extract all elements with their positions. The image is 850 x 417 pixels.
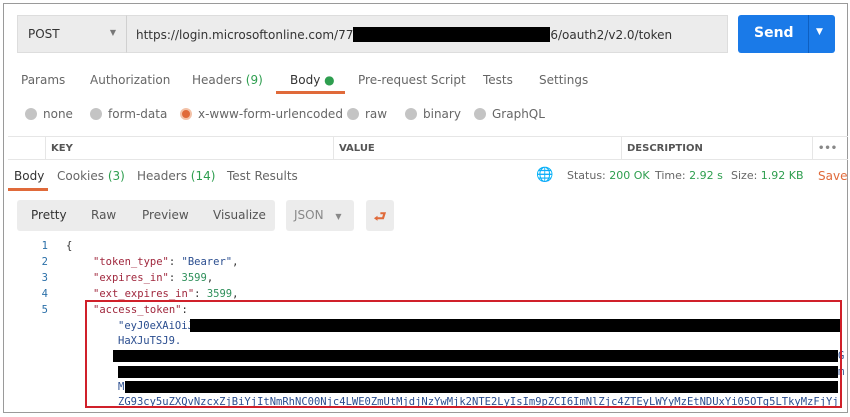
radio-graphql[interactable]: GraphQL xyxy=(474,107,545,121)
radio-icon xyxy=(474,108,486,120)
radio-label: form-data xyxy=(108,107,168,121)
tab-pre-request-script[interactable]: Pre-request Script xyxy=(358,73,466,87)
tab-body[interactable]: Body ● xyxy=(290,73,335,87)
tab-count: (3) xyxy=(107,169,125,183)
tab-label: Body xyxy=(290,73,321,87)
send-options-chevron-icon[interactable]: ▼ xyxy=(816,27,823,37)
url-input[interactable]: https://login.microsoftonline.com/77 6/oa… xyxy=(127,15,728,53)
send-button[interactable]: Send ▼ xyxy=(738,15,835,53)
redaction-bar xyxy=(353,27,551,42)
more-options-icon[interactable]: ••• xyxy=(812,137,842,160)
radio-label: GraphQL xyxy=(492,107,545,121)
radio-label: x-www-form-urlencoded xyxy=(198,107,343,121)
radio-binary[interactable]: binary xyxy=(405,107,461,121)
radio-selected-icon xyxy=(180,108,192,120)
chevron-down-icon: ▼ xyxy=(335,212,342,221)
send-label: Send xyxy=(754,25,794,41)
response-tab-cookies[interactable]: Cookies (3) xyxy=(57,169,125,183)
time-label: Time: xyxy=(655,169,686,182)
radio-x-www-form-urlencoded[interactable]: x-www-form-urlencoded xyxy=(180,107,343,121)
access-token-highlight xyxy=(85,300,842,408)
line-number: 3 xyxy=(41,272,48,284)
chevron-down-icon: ▼ xyxy=(109,28,116,37)
line-number: 5 xyxy=(41,304,48,316)
line-number: 2 xyxy=(41,256,48,268)
response-time: Time: 2.92 s xyxy=(655,169,723,182)
value-column-header: VALUE xyxy=(333,137,380,160)
active-dot-icon: ● xyxy=(324,73,335,87)
tab-tests[interactable]: Tests xyxy=(483,73,513,87)
tab-label: Headers xyxy=(137,169,187,183)
tab-headers[interactable]: Headers (9) xyxy=(192,73,263,87)
response-status: Status: 200 OK xyxy=(567,169,650,182)
tab-settings[interactable]: Settings xyxy=(539,73,588,87)
url-prefix: https://login.microsoftonline.com/77 xyxy=(136,28,354,42)
response-tab-headers[interactable]: Headers (14) xyxy=(137,169,215,183)
save-response-button[interactable]: Save xyxy=(818,169,848,183)
json-number: 3599 xyxy=(206,288,233,300)
radio-label: none xyxy=(43,107,73,121)
wrap-lines-icon[interactable]: ⮐ xyxy=(366,200,394,231)
tab-authorization[interactable]: Authorization xyxy=(90,73,170,87)
line-number: 1 xyxy=(41,240,48,252)
json-string: "Bearer" xyxy=(181,256,233,268)
time-value: 2.92 s xyxy=(689,169,723,182)
radio-icon xyxy=(25,108,37,120)
method-select[interactable]: POST ▼ xyxy=(17,15,127,53)
radio-label: raw xyxy=(365,107,388,121)
size-value: 1.92 KB xyxy=(760,169,804,182)
view-preview[interactable]: Preview xyxy=(142,208,189,222)
size-label: Size: xyxy=(731,169,758,182)
active-tab-underline xyxy=(276,91,345,94)
params-table-header: KEY VALUE DESCRIPTION ••• xyxy=(8,136,848,160)
view-pretty[interactable]: Pretty xyxy=(31,208,67,222)
format-label: JSON xyxy=(294,208,324,222)
json-key: "expires_in" xyxy=(93,272,169,284)
radio-form-data[interactable]: form-data xyxy=(90,107,167,121)
radio-label: binary xyxy=(423,107,461,121)
tab-count: (14) xyxy=(190,169,216,183)
line-number: 4 xyxy=(41,288,48,300)
tab-label: Cookies xyxy=(57,169,104,183)
key-column-header: KEY xyxy=(45,137,78,160)
radio-icon xyxy=(405,108,417,120)
response-tab-test-results[interactable]: Test Results xyxy=(227,169,298,183)
tab-count: (9) xyxy=(245,73,263,87)
radio-icon xyxy=(90,108,102,120)
json-number: 3599 xyxy=(181,272,207,284)
json-key: "token_type" xyxy=(93,256,169,268)
url-suffix: 6/oauth2/v2.0/token xyxy=(550,28,673,42)
globe-lock-icon[interactable]: 🌐 xyxy=(536,167,553,183)
code-line: "expires_in": 3599, xyxy=(93,272,214,284)
radio-raw[interactable]: raw xyxy=(347,107,387,121)
method-label: POST xyxy=(28,27,60,41)
response-tab-body[interactable]: Body xyxy=(14,169,44,183)
response-size: Size: 1.92 KB xyxy=(731,169,804,182)
view-visualize[interactable]: Visualize xyxy=(213,208,266,222)
tab-params[interactable]: Params xyxy=(21,73,65,87)
open-brace: { xyxy=(66,240,73,252)
status-value: 200 OK xyxy=(609,169,650,182)
status-label: Status: xyxy=(567,169,606,182)
code-line: "token_type": "Bearer", xyxy=(93,256,239,268)
radio-icon xyxy=(347,108,359,120)
active-tab-underline xyxy=(8,188,48,191)
format-select[interactable]: JSON ▼ xyxy=(286,200,354,231)
divider xyxy=(808,15,809,53)
view-raw[interactable]: Raw xyxy=(91,208,116,222)
description-column-header: DESCRIPTION xyxy=(621,137,708,160)
code-line: "ext_expires_in": 3599, xyxy=(93,288,239,300)
tab-label: Headers xyxy=(192,73,242,87)
json-key: "ext_expires_in" xyxy=(93,288,195,300)
radio-none[interactable]: none xyxy=(25,107,73,121)
view-mode-group: Pretty Raw Preview Visualize xyxy=(17,200,275,231)
